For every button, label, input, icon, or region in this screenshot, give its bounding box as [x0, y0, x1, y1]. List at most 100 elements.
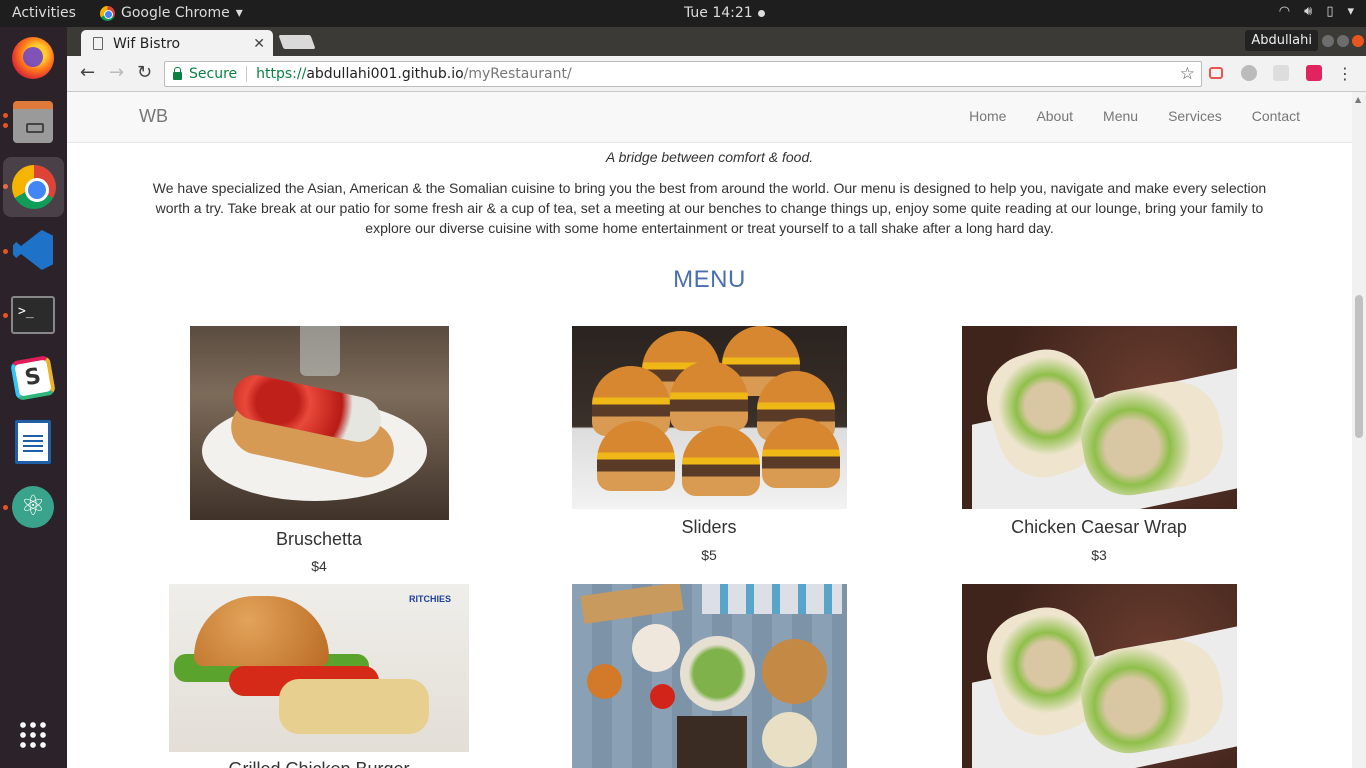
slider-bun-shape	[670, 361, 748, 431]
nav-contact[interactable]: Contact	[1252, 108, 1300, 124]
scroll-up-icon[interactable]: ▲	[1355, 95, 1361, 104]
slider-bun-shape	[762, 418, 840, 488]
page-icon	[93, 37, 103, 50]
bun-top-shape	[194, 596, 329, 666]
tab-title: Wif Bistro	[113, 35, 181, 52]
atom-icon: ⚛	[12, 486, 54, 528]
system-tray[interactable]: ◠ 🔊︎ ▯ ▾	[1279, 4, 1354, 19]
extension-icon[interactable]	[1241, 65, 1257, 81]
scroll-thumb[interactable]	[1355, 295, 1363, 438]
app-menu-label: Google Chrome	[121, 5, 230, 21]
activities-button[interactable]: Activities	[12, 5, 76, 21]
page-scrollbar[interactable]: ▲	[1352, 92, 1366, 768]
maximize-icon[interactable]	[1337, 35, 1349, 47]
salad-bowl-shape	[680, 636, 755, 711]
menu-item-wrap-repeat[interactable]	[962, 584, 1237, 768]
item-name: Grilled Chicken Burger	[169, 759, 469, 768]
running-indicator-icon	[3, 313, 8, 318]
window-close-icon[interactable]	[1352, 35, 1364, 47]
back-icon[interactable]: ←	[80, 64, 95, 82]
pocket-icon[interactable]	[1306, 65, 1322, 81]
sliders-image	[572, 326, 847, 509]
running-indicator-icon	[3, 123, 8, 128]
browser-window: Wif Bistro ✕ Abdullahi ← → ↻ Secure http…	[67, 27, 1366, 768]
nav-services[interactable]: Services	[1168, 108, 1222, 124]
reload-icon[interactable]: ↻	[137, 64, 152, 82]
slack-icon: S	[9, 354, 57, 402]
lock-icon	[173, 67, 182, 80]
minimize-icon[interactable]	[1322, 35, 1334, 47]
dock-slack[interactable]: S	[9, 354, 57, 402]
platter-image	[572, 584, 847, 768]
glass-shape	[300, 326, 340, 376]
menu-item-chicken-caesar-wrap[interactable]: Chicken Caesar Wrap $3	[949, 326, 1249, 566]
page-viewport: WB Home About Menu Services Contact A br…	[67, 92, 1352, 768]
firefox-icon	[12, 37, 54, 79]
volume-icon: 🔊︎	[1304, 4, 1313, 19]
writer-icon	[15, 420, 51, 464]
extension-icon[interactable]	[1209, 67, 1223, 79]
running-indicator-icon	[3, 505, 8, 510]
flatbread-shape	[580, 584, 684, 624]
meat-plate-shape	[677, 716, 747, 768]
dock-writer[interactable]	[10, 419, 56, 465]
files-icon	[13, 101, 53, 143]
more-menu-icon[interactable]: ⋮	[1337, 65, 1353, 83]
clock[interactable]: Tue 14:21	[684, 5, 765, 21]
bookmark-star-icon[interactable]: ☆	[1180, 64, 1195, 84]
about-text: We have specialized the Asian, American …	[152, 180, 1267, 236]
nav-home[interactable]: Home	[969, 108, 1006, 124]
battery-icon: ▯	[1326, 4, 1334, 19]
running-indicator-icon	[3, 249, 8, 254]
chicken-caesar-wrap-image	[962, 584, 1237, 768]
notification-dot-icon	[757, 9, 765, 17]
dock-chrome[interactable]	[3, 157, 64, 217]
dock-show-apps[interactable]	[10, 712, 56, 758]
dock-terminal[interactable]: >_	[10, 292, 56, 338]
chevron-down-icon: ▾	[1347, 4, 1354, 19]
chevron-down-icon: ▾	[235, 5, 243, 21]
chrome-app-icon	[100, 5, 115, 21]
new-tab-button[interactable]	[278, 35, 316, 49]
app-menu[interactable]: Google Chrome ▾	[100, 5, 243, 21]
dock-firefox[interactable]	[10, 35, 56, 81]
tab-strip: Wif Bistro ✕ Abdullahi	[67, 27, 1366, 57]
item-name: Sliders	[681, 517, 737, 537]
slider-bun-shape	[597, 421, 675, 491]
forward-icon[interactable]: →	[109, 64, 124, 82]
terminal-icon: >_	[11, 296, 55, 334]
chicken-caesar-wrap-image	[962, 326, 1237, 509]
tab-wif-bistro[interactable]: Wif Bistro ✕	[81, 30, 273, 57]
bread-board-shape	[762, 639, 827, 704]
divider	[246, 66, 248, 82]
side-bowl-shape	[587, 664, 622, 699]
dock-atom[interactable]: ⚛	[10, 484, 56, 530]
item-name: Chicken Caesar Wrap	[1011, 517, 1187, 537]
site-brand[interactable]: WB	[139, 106, 168, 127]
menu-heading: MENU	[673, 266, 746, 293]
nav-menu[interactable]: Menu	[1103, 108, 1138, 124]
item-price: $5	[701, 547, 717, 563]
menu-item-bruschetta[interactable]: Bruschetta $4	[169, 326, 469, 576]
menu-item-sliders[interactable]: Sliders $5	[559, 326, 859, 566]
profile-button[interactable]: Abdullahi	[1245, 30, 1318, 51]
extension-icon[interactable]	[1273, 65, 1289, 81]
secure-label: Secure	[189, 66, 238, 82]
chicken-patty-shape	[279, 679, 429, 734]
dock-files[interactable]	[10, 99, 56, 145]
nav-about[interactable]: About	[1036, 108, 1073, 124]
ritchies-logo: RITCHIES	[408, 594, 451, 604]
url-host: abdullahi001.github.io	[306, 66, 464, 82]
menu-item-platter[interactable]	[572, 584, 847, 768]
dock-vscode[interactable]	[10, 227, 56, 273]
item-name: Bruschetta	[275, 529, 363, 549]
vscode-icon	[13, 230, 53, 270]
address-bar[interactable]: Secure https://abdullahi001.github.io/my…	[164, 61, 1202, 87]
slider-bun-shape	[682, 426, 760, 496]
tagline: A bridge between comfort & food.	[605, 149, 814, 165]
url-scheme: https://	[256, 66, 307, 82]
close-icon[interactable]: ✕	[253, 36, 265, 52]
menu-item-grilled-chicken-burger[interactable]: RITCHIES Grilled Chicken Burger	[169, 584, 469, 768]
item-price: $3	[1091, 547, 1107, 563]
system-top-bar: Activities Google Chrome ▾ Tue 14:21 ◠ 🔊…	[0, 0, 1366, 27]
